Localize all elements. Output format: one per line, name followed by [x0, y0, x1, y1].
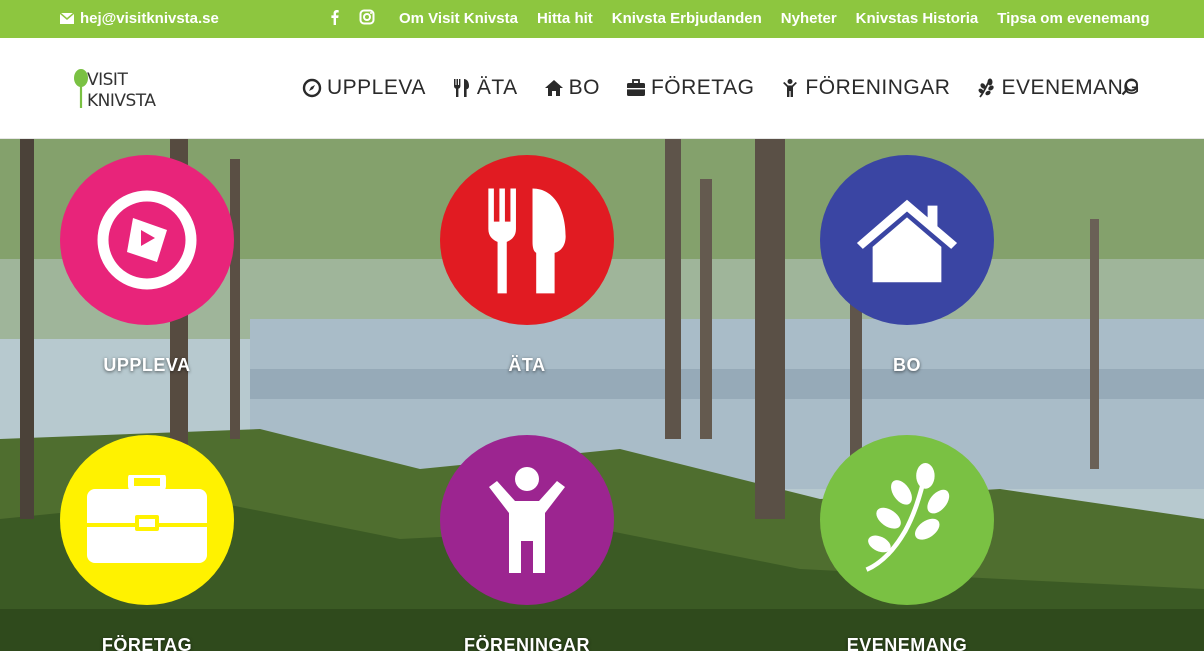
nav-evenemang[interactable]: EVENEMANG [976, 76, 1140, 100]
tile-circle [60, 155, 234, 325]
social-links [327, 9, 375, 25]
main-nav: UPPLEVA ÄTA BO FÖRETAG FÖRENINGAR EVENEM… [302, 76, 1140, 100]
toplink-erbjudanden[interactable]: Knivsta Erbjudanden [612, 10, 762, 27]
email-link[interactable]: hej@visitknivsta.se [60, 10, 219, 27]
site-header: VISIT KNIVSTA UPPLEVA ÄTA BO FÖRETAG FÖR… [0, 38, 1204, 139]
person-icon [489, 467, 565, 573]
toplink-tipsa[interactable]: Tipsa om evenemang [997, 10, 1149, 27]
nav-label: UPPLEVA [327, 76, 426, 99]
toplink-hitta-hit[interactable]: Hitta hit [537, 10, 593, 27]
briefcase-icon [626, 79, 645, 96]
tile-circle [60, 435, 234, 605]
facebook-icon[interactable] [327, 9, 343, 25]
tile-ata[interactable]: ÄTA [437, 155, 617, 376]
nav-foretag[interactable]: FÖRETAG [626, 76, 754, 100]
top-links: Om Visit Knivsta Hitta hit Knivsta Erbju… [399, 10, 1149, 27]
site-logo[interactable]: VISIT KNIVSTA [72, 68, 168, 111]
nav-label: FÖRETAG [650, 76, 755, 99]
leaf-icon [978, 78, 995, 98]
envelope-icon [60, 13, 74, 24]
nav-uppleva[interactable]: UPPLEVA [302, 76, 426, 100]
home-icon [544, 80, 563, 96]
tile-label: FÖRETAG [101, 635, 193, 651]
tile-circle [440, 155, 614, 325]
tile-label: BO [893, 355, 921, 375]
play-icon [97, 190, 197, 290]
tile-foretag[interactable]: FÖRETAG [57, 435, 237, 651]
toplink-om[interactable]: Om Visit Knivsta [399, 10, 518, 27]
nav-ata[interactable]: ÄTA [452, 76, 518, 100]
cutlery-icon [488, 188, 566, 294]
tile-label: ÄTA [508, 355, 546, 375]
nav-label: FÖRENINGAR [805, 76, 951, 99]
cutlery-icon [453, 79, 469, 97]
search-icon[interactable] [1121, 78, 1139, 96]
tile-uppleva[interactable]: UPPLEVA [57, 155, 237, 376]
leaf-icon [865, 462, 950, 572]
person-icon [783, 79, 798, 97]
svg-text:KNIVSTA: KNIVSTA [87, 91, 156, 110]
instagram-icon[interactable] [359, 9, 375, 25]
toplink-nyheter[interactable]: Nyheter [781, 10, 837, 27]
svg-text:VISIT: VISIT [87, 70, 128, 90]
tile-circle [440, 435, 614, 605]
briefcase-icon [87, 475, 207, 563]
tile-bo[interactable]: BO [817, 155, 997, 376]
nav-label: BO [568, 76, 600, 99]
toplink-historia[interactable]: Knivstas Historia [856, 10, 979, 27]
tile-circle [820, 435, 994, 605]
nav-foreningar[interactable]: FÖRENINGAR [780, 76, 950, 100]
tile-foreningar[interactable]: FÖRENINGAR [437, 435, 617, 651]
nav-bo[interactable]: BO [544, 76, 600, 100]
tile-label: FÖRENINGAR [464, 635, 590, 651]
tile-evenemang[interactable]: EVENEMANG [817, 435, 997, 651]
top-bar: hej@visitknivsta.se Om Visit Knivsta Hit… [0, 0, 1204, 38]
home-icon [856, 199, 958, 283]
tile-label: EVENEMANG [846, 635, 968, 651]
email-text: hej@visitknivsta.se [80, 10, 219, 27]
compass-icon [302, 78, 322, 98]
tile-circle [820, 155, 994, 325]
nav-label: ÄTA [476, 76, 518, 99]
nav-label: EVENEMANG [1001, 76, 1141, 99]
hero-section: UPPLEVA ÄTA BO FÖRETAG FÖRENINGAR EVENEM… [0, 139, 1204, 651]
tile-label: UPPLEVA [103, 355, 191, 375]
